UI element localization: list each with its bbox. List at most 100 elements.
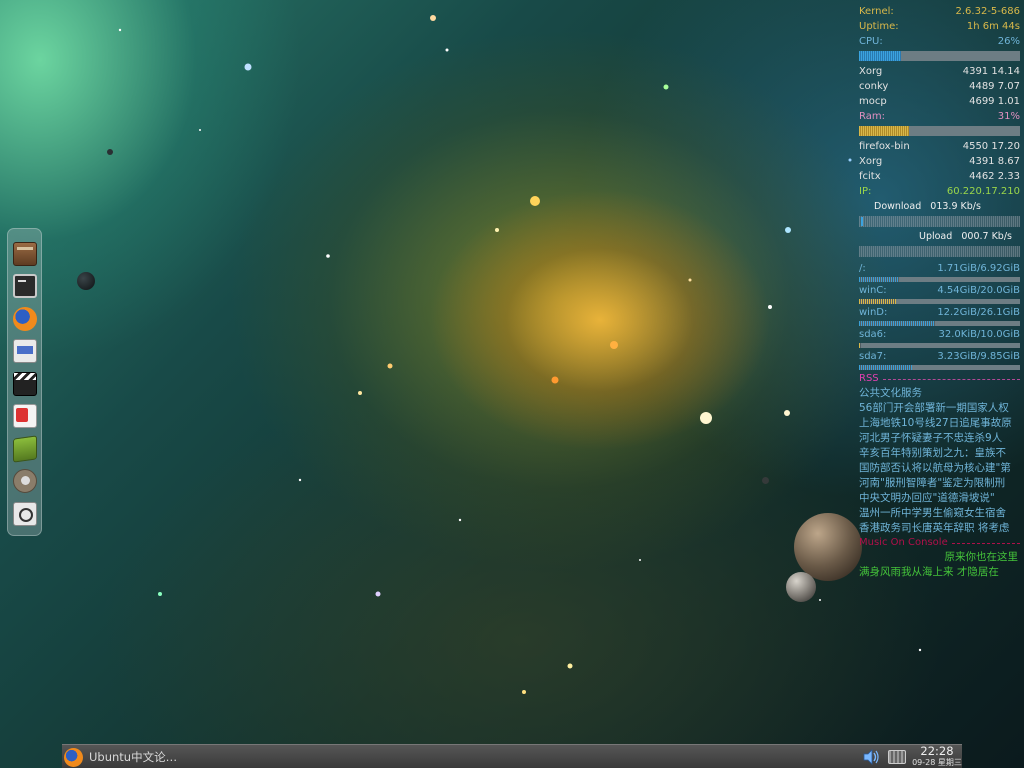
dock-item-firefox[interactable] (10, 304, 39, 333)
disk-total: 10.0GiB (980, 329, 1020, 340)
rss-item: 温州一所中学男生偷窥女生宿舍 (859, 507, 1006, 519)
rss-item: 上海地铁10号线27日追尾事故原 (859, 417, 1012, 429)
process-pid: 4489 (969, 81, 995, 92)
process-pid: 4550 (962, 141, 989, 152)
dock-item-archive-manager[interactable] (10, 239, 39, 268)
small-planet (786, 572, 816, 602)
moc-divider (951, 543, 1020, 544)
process-name: fcitx (859, 171, 881, 182)
kernel-label: Kernel: (859, 6, 894, 17)
dock-item-gimp[interactable] (10, 467, 39, 496)
video-editor-icon (12, 371, 37, 396)
archive-manager-icon (12, 241, 37, 266)
rss-header: RSS (859, 372, 1020, 386)
rss-item: 国防部否认将以航母为核心建"第 (859, 462, 1011, 474)
ram-bar (859, 126, 1020, 136)
disk-used: 12.2GiB (937, 307, 977, 318)
process-name: mocp (859, 96, 887, 107)
dock-item-terminal[interactable] (10, 272, 39, 301)
disk-usage-bar-fill (859, 365, 913, 370)
disk-usage-bar (859, 365, 1020, 370)
ram-label: Ram: (859, 111, 885, 122)
conky-monitor: Kernel: 2.6.32-5-686 Uptime: 1h 6m 44s C… (859, 4, 1020, 580)
volume-icon[interactable] (862, 748, 880, 766)
rss-item: 河南"服刑智障者"鉴定为限制刑 (859, 477, 1006, 489)
process-name: firefox-bin (859, 141, 910, 152)
process-pid: 4699 (969, 96, 995, 107)
process-pid: 4462 (969, 171, 995, 182)
upload-label: Upload (919, 231, 953, 242)
clock[interactable]: 22:28 09-28 星期三 (912, 745, 962, 768)
disk-used: 1.71GiB (937, 263, 977, 274)
dock-item-image-viewer[interactable] (10, 499, 39, 528)
disk-usage-bar (859, 343, 1020, 348)
gimp-icon (12, 469, 37, 493)
process-value: 1.01 (997, 96, 1020, 107)
application-dock (7, 228, 42, 536)
cpu-label: CPU: (859, 36, 883, 47)
disk-used: 4.54GiB (937, 285, 977, 296)
moc-song-line-2: 满身风雨我从海上来 才隐居在 (859, 566, 999, 578)
disk-row: /: 1.71GiB/6.92GiB (859, 263, 1020, 274)
taskbar-window-firefox[interactable]: Ubuntu中文论… (64, 747, 254, 767)
dock-item-text-editor[interactable] (10, 402, 39, 431)
dock-item-dictionary[interactable] (10, 434, 39, 463)
cpu-row: CPU: 26% (859, 34, 1020, 49)
terminal-icon (12, 274, 37, 298)
cpu-bar (859, 51, 1020, 61)
process-value: 17.20 (991, 141, 1020, 152)
download-row: Download 013.9 Kb/s (859, 199, 1020, 214)
rss-item: 中央文明办回应"道德滑坡说" (859, 492, 995, 504)
disk-used: 32.0KiB (938, 329, 977, 340)
process-value: 7.07 (997, 81, 1020, 92)
text-editor-icon (12, 404, 37, 428)
ip-value: 60.220.17.210 (946, 186, 1020, 197)
disk-row: winD: 12.2GiB/26.1GiB (859, 307, 1020, 318)
cpu-process-list: Xorg 4391 14.14 conky 4489 7.07 mocp 4699 1.0… (859, 64, 1020, 109)
cpu-process-row: mocp 4699 1.01 (859, 94, 1020, 109)
rss-feed-list: 公共文化服务 56部门开会部署新一期国家人权 上海地铁10号线27日追尾事故原 河北男… (859, 386, 1020, 536)
dictionary-book-icon (12, 434, 37, 463)
process-name: Xorg (859, 66, 883, 77)
uptime-label: Uptime: (859, 21, 899, 32)
tiny-moon-center (762, 477, 769, 484)
download-graph (859, 216, 1020, 227)
firefox-icon (12, 306, 37, 331)
download-value: 013.9 Kb/s (930, 201, 981, 212)
firefox-icon (64, 747, 83, 767)
disk-name: winD: (859, 307, 888, 318)
large-planet (794, 513, 862, 581)
process-pid: 4391 (962, 66, 989, 77)
cpu-process-row: Xorg 4391 14.14 (859, 64, 1020, 79)
ram-value: 31% (997, 111, 1020, 122)
upload-row: Upload 000.7 Kb/s (859, 229, 1020, 244)
process-value: 8.67 (997, 156, 1020, 167)
media-player-icon (12, 339, 37, 363)
disk-usage-list: /: 1.71GiB/6.92GiB winC: 4.54GiB/20.0GiB win… (859, 262, 1020, 370)
moc-song-line-1: 原来你也在这里 (944, 551, 1019, 563)
process-name: conky (859, 81, 889, 92)
process-pid: 4391 (969, 156, 995, 167)
cpu-process-row: conky 4489 7.07 (859, 79, 1020, 94)
ram-bar-fill (859, 126, 909, 136)
disk-usage-bar-fill (859, 343, 861, 348)
disk-usage-bar-fill (859, 321, 935, 326)
kernel-row: Kernel: 2.6.32-5-686 (859, 4, 1020, 19)
cpu-value: 26% (997, 36, 1020, 47)
dock-item-media-player[interactable] (10, 337, 39, 366)
download-graph-spike (861, 217, 863, 226)
ram-process-row: Xorg 4391 8.67 (859, 154, 1020, 169)
image-viewer-icon (12, 501, 37, 526)
ip-row: IP: 60.220.17.210 (859, 184, 1020, 199)
moc-header: Music On Console (859, 536, 1020, 550)
keyboard-input-icon[interactable] (888, 750, 906, 764)
disk-row: sda6: 32.0KiB/10.0GiB (859, 329, 1020, 340)
disk-usage-bar-fill (859, 277, 900, 282)
ip-label: IP: (859, 186, 872, 197)
small-moon-left (77, 272, 95, 290)
dock-item-video-editor[interactable] (10, 369, 39, 398)
disk-total: 9.85GiB (980, 351, 1020, 362)
rss-label: RSS (859, 373, 879, 384)
disk-row: sda7: 3.23GiB/9.85GiB (859, 351, 1020, 362)
process-value: 2.33 (997, 171, 1020, 182)
